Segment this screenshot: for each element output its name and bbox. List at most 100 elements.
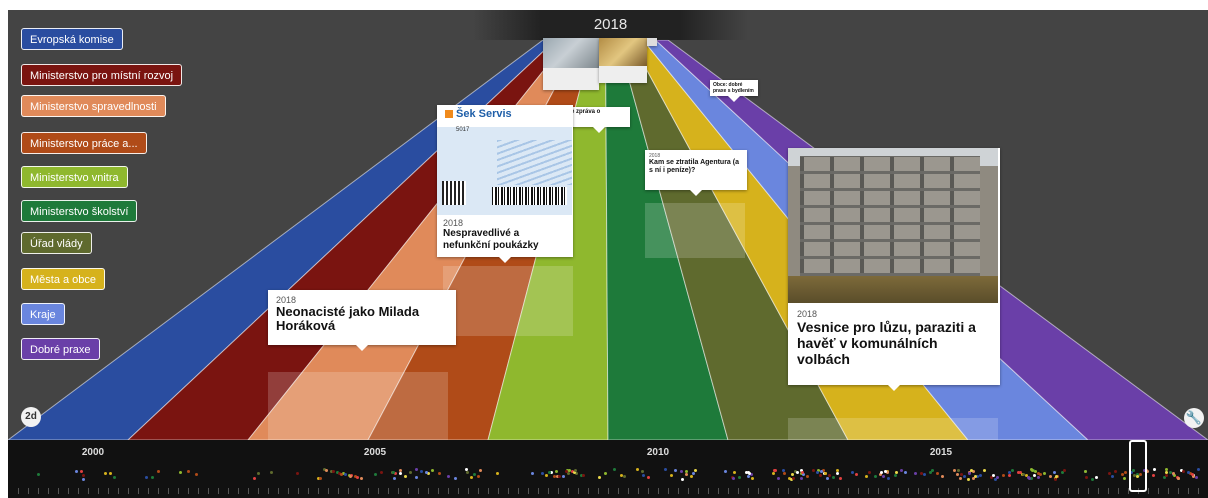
axis-tick [1118,488,1119,494]
event-dot [151,475,155,479]
timeline-window-handle[interactable] [1129,440,1147,492]
axis-tick [328,488,329,494]
event-dot [731,476,735,480]
axis-tick [678,488,679,494]
card-glow [443,266,573,336]
axis-tick [858,488,859,494]
axis-tick [1008,488,1009,494]
axis-tick [438,488,439,494]
legend-ministerstvo-spravedlnosti[interactable]: Ministerstvo spravedlnosti [21,95,166,117]
axis-tick [908,488,909,494]
event-dot [800,470,804,474]
event-dot [940,474,944,478]
zoom-2d-button[interactable]: 2d [21,407,41,427]
legend-ministerstvo-pro-mistni-rozvoj[interactable]: Ministerstvo pro místní rozvoj [21,64,183,86]
legend-ministerstvo-vnitra[interactable]: Ministerstvo vnitra [21,166,128,188]
event-dot [186,470,190,474]
axis-tick [1188,488,1189,494]
legend-mesta-a-obce[interactable]: Města a obce [21,268,106,290]
legend-urad-vlady[interactable]: Úřad vlády [21,232,92,254]
axis-tick [468,488,469,494]
event-dot [1084,469,1088,473]
event-dot [922,473,926,477]
event-dot [178,471,182,475]
event-dot [1091,477,1095,481]
event-small-dobre-praxe[interactable]: Obce: dobré praxe s bydlením [710,80,758,102]
event-dot [566,472,570,476]
axis-tick [978,488,979,494]
event-dot [269,470,273,474]
event-dot [108,472,112,476]
legend-ministerstvo-prace[interactable]: Ministerstvo práce a... [21,132,147,154]
event-dot [831,475,835,479]
event-dot [472,472,476,476]
event-dot [691,472,695,476]
event-dot [81,474,85,478]
event-caption: 2018 Vesnice pro lůzu, paraziti a havěť … [797,309,993,367]
axis-tick [1168,488,1169,494]
axis-tick [458,488,459,494]
axis-tick [108,488,109,494]
axis-tick [698,488,699,494]
legend-dobre-praxe[interactable]: Dobré praxe [21,338,100,360]
event-dot [867,471,871,475]
legend-ministerstvo-skolstvi[interactable]: Ministerstvo školství [21,200,138,222]
axis-tick [278,488,279,494]
axis-tick [638,488,639,494]
event-dot [879,470,883,474]
event-dot [782,472,786,476]
axis-tick [868,488,869,494]
event-dot [1114,470,1118,474]
event-dot [1194,476,1198,480]
event-thumb-1[interactable] [543,38,599,90]
event-thumb-2[interactable] [599,38,647,83]
axis-tick [718,488,719,494]
axis-tick [668,488,669,494]
event-dot [967,477,971,481]
event-dot [344,472,348,476]
event-dot [855,473,859,477]
event-dot [824,472,828,476]
building-image [788,148,998,303]
event-card-neonaciste[interactable]: 2018 Neonacisté jako Milada Horáková [268,290,456,351]
axis-tick [218,488,219,494]
event-dot [157,469,161,473]
event-dot [1110,474,1114,478]
event-dot [969,468,973,472]
legend-evropska-komise[interactable]: Evropská komise [21,28,123,50]
timeline-axis[interactable]: 2000 2005 2010 2015 [8,440,1208,498]
event-card-vesnice[interactable]: 2018 Vesnice pro lůzu, paraziti a havěť … [788,148,1000,391]
event-card-poukazky[interactable]: Šek Servis 5017 2018 Nespravedlivé a nef… [437,105,573,263]
event-dot [851,471,855,475]
axis-tick [888,488,889,494]
axis-year-2015: 2015 [929,447,953,458]
axis-tick [628,488,629,494]
thumb-image [599,38,647,66]
event-dot [622,475,626,479]
axis-tick [148,488,149,494]
axis-tick [228,488,229,494]
event-thumb-3[interactable] [647,38,657,46]
event-dot [1107,472,1111,476]
legend-kraje[interactable]: Kraje [21,303,65,325]
event-dot [791,473,795,477]
card-glow [645,203,745,258]
wrench-icon[interactable]: 🔧 [1184,408,1204,428]
event-dot [1053,477,1057,481]
axis-tick [508,488,509,494]
event-dot [818,473,822,477]
axis-year-2010: 2010 [646,447,670,458]
event-dot [1008,471,1012,475]
axis-tick [898,488,899,494]
axis-tick [828,488,829,494]
event-small-zprava[interactable]: e zpráva o [568,107,630,133]
axis-tick [598,488,599,494]
event-dot [881,475,885,479]
axis-tick [798,488,799,494]
event-card-agentura[interactable]: 2018 Kam se ztratila Agentura (a s ní i … [645,150,747,196]
event-dot [1036,475,1040,479]
event-dot [955,473,959,477]
event-dot [356,475,360,479]
event-dot [864,474,868,478]
event-dot [681,477,685,481]
